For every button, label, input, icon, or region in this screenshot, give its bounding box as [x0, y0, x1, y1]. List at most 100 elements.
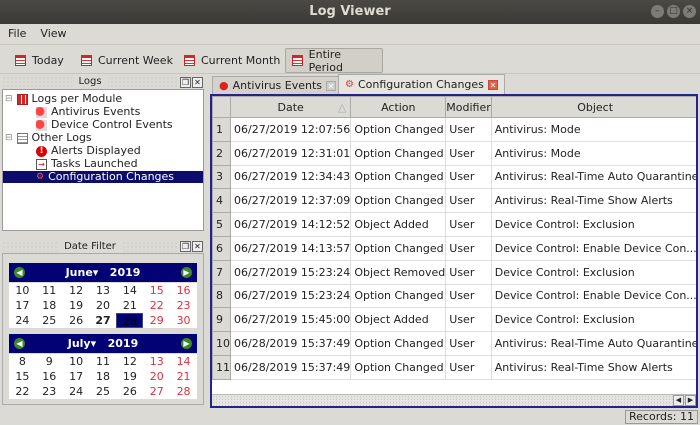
scroll-right-icon[interactable]: ▶	[685, 395, 696, 406]
calendar-day[interactable]: 16	[170, 283, 197, 298]
calendar-day[interactable]: 24	[63, 384, 90, 399]
year[interactable]: 2019	[110, 266, 141, 279]
tree-item-alerts-displayed[interactable]: ! Alerts Displayed	[36, 145, 141, 157]
month-name[interactable]: June	[66, 266, 93, 279]
calendar-day[interactable]: 10	[63, 354, 90, 369]
calendar-icon	[15, 55, 26, 66]
maximize-button[interactable]: □	[667, 5, 680, 18]
calendar-day[interactable]: 17	[9, 298, 36, 313]
today-button[interactable]: Today	[9, 48, 70, 73]
calendar-day[interactable]: 15	[9, 369, 36, 384]
table-row[interactable]: 8 06/27/2019 15:23:24 Option Changed User De…	[212, 283, 696, 309]
close-panel-button[interactable]: ✕	[192, 241, 203, 252]
calendar-day[interactable]: 25	[36, 313, 63, 328]
calendar-day[interactable]: 29	[143, 313, 170, 328]
calendar-day[interactable]: 12	[63, 283, 90, 298]
column-header[interactable]: Modifier	[445, 96, 492, 118]
calendar-day[interactable]: 27	[90, 313, 117, 328]
calendar-day[interactable]: 22	[143, 298, 170, 313]
calendar-day[interactable]: 16	[36, 369, 63, 384]
tree-item-logs-per-module[interactable]: ⊟ Logs per Module	[5, 93, 122, 105]
calendar-day[interactable]: 13	[90, 283, 117, 298]
scroll-left-icon[interactable]: ◀	[673, 395, 684, 406]
calendar-day[interactable]: 13	[143, 354, 170, 369]
calendar-day[interactable]: 24	[9, 313, 36, 328]
table-row[interactable]: 5 06/27/2019 14:12:52 Object Added User Devi…	[212, 212, 696, 237]
table-row[interactable]: 10 06/28/2019 15:37:49 Option Changed User A…	[212, 331, 696, 356]
calendar-day[interactable]: 28	[116, 313, 144, 328]
column-header-label: Date	[277, 100, 304, 114]
calendar-day[interactable]: 25	[90, 384, 117, 399]
minimize-button[interactable]: –	[651, 5, 664, 18]
calendar-day[interactable]: 18	[90, 369, 117, 384]
year[interactable]: 2019	[108, 337, 139, 350]
column-header[interactable]: Action	[350, 96, 447, 118]
calendar-day[interactable]: 12	[116, 354, 143, 369]
close-tab-icon[interactable]: ✕	[326, 80, 337, 91]
tab-configuration-changes[interactable]: ⚙ Configuration Changes ✕	[338, 74, 505, 94]
close-tab-icon[interactable]: ✕	[487, 79, 498, 90]
calendar-day[interactable]: 26	[116, 384, 143, 399]
calendar-day[interactable]: 27	[143, 384, 170, 399]
calendar-day[interactable]: 19	[63, 298, 90, 313]
calendar-day[interactable]: 11	[36, 283, 63, 298]
column-header[interactable]: Date △	[229, 96, 352, 118]
table-row[interactable]: 3 06/27/2019 12:34:43 Option Changed User An…	[212, 164, 696, 190]
prev-month-arrow-icon[interactable]: ◀	[14, 267, 25, 278]
table-row[interactable]: 2 06/27/2019 12:31:01 Option Changed User An…	[212, 140, 696, 166]
month-name[interactable]: July	[68, 337, 91, 350]
table-row[interactable]: 6 06/27/2019 14:13:57 Option Changed User De…	[212, 235, 696, 261]
table-cell: 06/27/2019 15:45:00	[229, 307, 352, 333]
next-month-arrow-icon[interactable]: ▶	[181, 267, 192, 278]
table-row[interactable]: 1 06/27/2019 12:07:56 Option Changed User An…	[212, 117, 696, 142]
calendar-day[interactable]: 22	[9, 384, 36, 399]
calendar-day[interactable]: 9	[36, 354, 63, 369]
current-week-button[interactable]: Current Week	[75, 48, 179, 73]
column-header[interactable]: Object	[490, 96, 696, 118]
calendar-day[interactable]: 11	[90, 354, 117, 369]
tree-item-other-logs[interactable]: ⊟ Other Logs	[5, 132, 92, 144]
calendar-day[interactable]: 26	[63, 313, 90, 328]
calendar-day[interactable]: 14	[170, 354, 197, 369]
calendar-day[interactable]: 21	[116, 298, 143, 313]
calendar-day[interactable]: 20	[143, 369, 170, 384]
logs-tree[interactable]: ⊟ Logs per Module Antivirus Events Device…	[2, 89, 204, 231]
calendar-day[interactable]: 23	[36, 384, 63, 399]
menu-view[interactable]: View	[40, 24, 66, 43]
calendar-icon	[184, 55, 195, 66]
calendar-day[interactable]: 19	[116, 369, 143, 384]
calendar-day[interactable]: 23	[170, 298, 197, 313]
tree-item-configuration-changes[interactable]: ⚙ Configuration Changes	[3, 171, 203, 183]
next-month-arrow-icon[interactable]: ▶	[181, 338, 192, 349]
close-button[interactable]: ×	[683, 5, 696, 18]
menu-file[interactable]: File	[8, 24, 26, 43]
calendar-day[interactable]: 21	[170, 369, 197, 384]
tree-item-device-control-events[interactable]: Device Control Events	[36, 119, 173, 131]
calendar-day[interactable]: 28	[170, 384, 197, 399]
calendar-day[interactable]: 8	[9, 354, 36, 369]
table-row[interactable]: 9 06/27/2019 15:45:00 Object Added User Devi…	[212, 307, 696, 333]
column-header[interactable]	[212, 96, 231, 118]
tab-antivirus-events[interactable]: ● Antivirus Events ✕	[212, 76, 344, 94]
calendar-day[interactable]: 18	[36, 298, 63, 313]
table-cell: User	[445, 235, 492, 261]
table-row[interactable]: 4 06/27/2019 12:37:09 Option Changed User An…	[212, 188, 696, 214]
horizontal-scrollbar[interactable]: ◀ ▶	[212, 394, 696, 406]
close-panel-button[interactable]: ✕	[192, 77, 203, 88]
calendar-day[interactable]: 10	[9, 283, 36, 298]
calendar-day[interactable]: 20	[90, 298, 117, 313]
table-row[interactable]: 7 06/27/2019 15:23:24 Object Removed User De…	[212, 259, 696, 285]
float-panel-button[interactable]: ❐	[180, 241, 191, 252]
prev-month-arrow-icon[interactable]: ◀	[14, 338, 25, 349]
table-row[interactable]: 11 06/28/2019 15:37:49 Option Changed User A…	[212, 354, 696, 380]
calendar-day[interactable]: 17	[63, 369, 90, 384]
entire-period-button[interactable]: Entire Period	[285, 48, 383, 74]
tree-item-antivirus-events[interactable]: Antivirus Events	[36, 106, 140, 118]
current-month-button[interactable]: Current Month	[178, 48, 286, 73]
log-table: Date △ Action Modifier Object 1 06/27/2019 12…	[210, 94, 698, 408]
tree-item-tasks-launched[interactable]: → Tasks Launched	[36, 158, 138, 170]
calendar-day[interactable]: 15	[143, 283, 170, 298]
calendar-day[interactable]: 30	[170, 313, 197, 328]
float-panel-button[interactable]: ❐	[180, 77, 191, 88]
calendar-day[interactable]: 14	[116, 283, 143, 298]
